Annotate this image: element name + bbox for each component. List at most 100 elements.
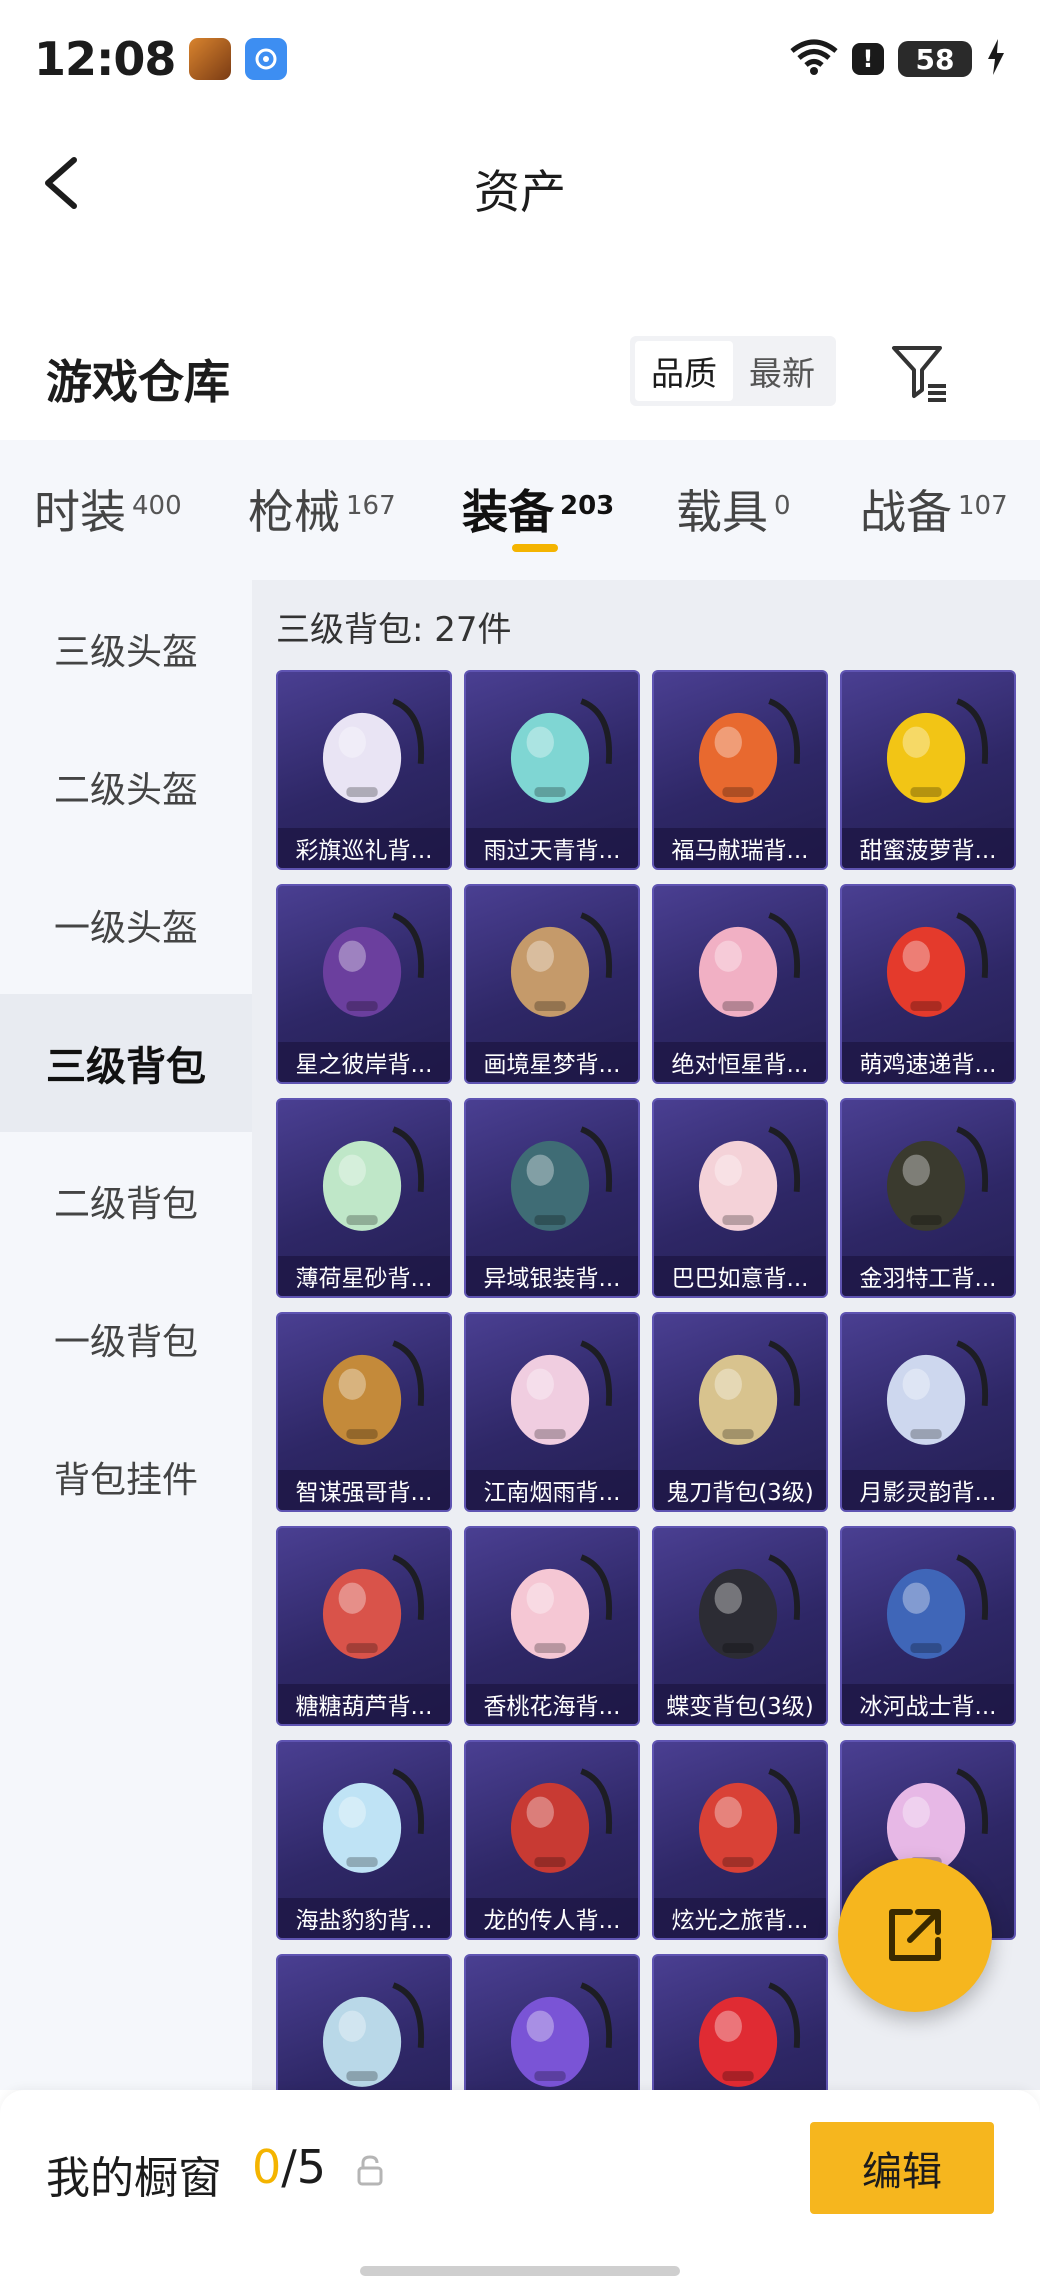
tab-firearms[interactable]: 枪械 167	[248, 476, 396, 542]
backpack-butterfly-icon	[698, 1554, 801, 1659]
status-bar: 12:08 ! 58	[0, 0, 1040, 118]
item-card[interactable]	[276, 1954, 452, 2090]
item-card[interactable]: 智谋强哥背...	[276, 1312, 452, 1512]
backpack-moon-icon	[886, 1340, 989, 1445]
cast-app-icon	[245, 38, 288, 80]
sidebar-item-helmet-1[interactable]: 一级头盔	[0, 856, 252, 994]
backpack-lotus-icon	[510, 1340, 613, 1445]
home-indicator[interactable]	[360, 2266, 680, 2276]
backpack-pink-cat-icon	[698, 1126, 801, 1231]
filter-icon	[892, 346, 946, 402]
item-card[interactable]: 蝶变背包(3级)	[652, 1526, 828, 1726]
sort-newest-option[interactable]: 最新	[733, 341, 831, 401]
showcase-count: 0/5	[252, 2140, 326, 2194]
item-name: 异域银装背...	[466, 1256, 638, 1296]
category-tabs: 时装 400 枪械 167 装备 203 载具 0 战备 107	[0, 440, 1040, 580]
item-card[interactable]: 萌鸡速递背...	[840, 884, 1016, 1084]
item-name: 江南烟雨背...	[466, 1470, 638, 1510]
sort-toggle: 品质 最新	[630, 336, 836, 406]
backpack-ladybug-icon	[698, 1982, 801, 2087]
item-card[interactable]: 异域银装背...	[464, 1098, 640, 1298]
tab-label: 战备	[860, 485, 952, 539]
game-app-icon	[189, 38, 232, 80]
item-name: 炫光之旅背...	[654, 1898, 826, 1938]
tab-vehicles[interactable]: 载具 0	[676, 476, 791, 542]
backpack-gold-wings-icon	[698, 1340, 801, 1445]
backpack-turtle-icon	[510, 1982, 613, 2087]
tab-label: 时装	[34, 485, 126, 539]
item-card[interactable]: 星之彼岸背...	[276, 884, 452, 1084]
sidebar-item-backpack-1[interactable]: 一级背包	[0, 1270, 252, 1408]
item-card[interactable]: 薄荷星砂背...	[276, 1098, 452, 1298]
backpack-teal-flower-icon	[510, 698, 613, 803]
item-card[interactable]: 金羽特工背...	[840, 1098, 1016, 1298]
item-card[interactable]: 海盐豹豹背...	[276, 1740, 452, 1940]
item-name: 巴巴如意背...	[654, 1256, 826, 1296]
sidebar-item-backpack-2[interactable]: 二级背包	[0, 1132, 252, 1270]
charging-icon	[986, 39, 1006, 79]
share-fab[interactable]	[838, 1858, 992, 2012]
item-card[interactable]	[652, 1954, 828, 2090]
item-name: 海盐豹豹背...	[278, 1898, 450, 1938]
item-card[interactable]: 雨过天青背...	[464, 670, 640, 870]
backpack-pineapple-icon	[886, 698, 989, 803]
item-name: 龙的传人背...	[466, 1898, 638, 1938]
item-card[interactable]: 糖糖葫芦背...	[276, 1526, 452, 1726]
tab-fashion[interactable]: 时装 400	[34, 476, 182, 542]
alert-icon: !	[852, 43, 884, 75]
tab-count: 400	[132, 491, 182, 521]
tab-supplies[interactable]: 战备 107	[860, 476, 1008, 542]
item-name: 智谋强哥背...	[278, 1470, 450, 1510]
tab-count: 0	[774, 491, 791, 521]
item-card[interactable]: 绝对恒星背...	[652, 884, 828, 1084]
tab-equipment[interactable]: 装备 203	[462, 476, 614, 542]
item-card[interactable]: 巴巴如意背...	[652, 1098, 828, 1298]
backpack-seal-icon	[322, 1768, 425, 1873]
item-name: 萌鸡速递背...	[842, 1042, 1014, 1082]
item-name: 雨过天青背...	[466, 828, 638, 868]
backpack-blue-ice-icon	[886, 1554, 989, 1659]
item-card[interactable]: 彩旗巡礼背...	[276, 670, 452, 870]
item-name: 绝对恒星背...	[654, 1042, 826, 1082]
sidebar-item-backpack-3[interactable]: 三级背包	[0, 994, 252, 1132]
item-card[interactable]: 炫光之旅背...	[652, 1740, 828, 1940]
status-time: 12:08	[34, 32, 176, 86]
item-card[interactable]: 龙的传人背...	[464, 1740, 640, 1940]
sidebar-item-backpack-charm[interactable]: 背包挂件	[0, 1408, 252, 1546]
item-name: 糖糖葫芦背...	[278, 1684, 450, 1724]
filter-button[interactable]	[888, 340, 952, 404]
sort-quality-option[interactable]: 品质	[635, 341, 733, 401]
tab-count: 107	[958, 491, 1008, 521]
showcase-label: 我的橱窗	[46, 2153, 222, 2204]
backpack-dragon-red-icon	[510, 1768, 613, 1873]
item-name: 金羽特工背...	[842, 1256, 1014, 1296]
backpack-astronaut-icon	[322, 912, 425, 1017]
item-card[interactable]: 甜蜜菠萝背...	[840, 670, 1016, 870]
showcase-bar: 我的橱窗 0/5 编辑	[0, 2090, 1040, 2295]
subcategory-sidebar: 三级头盔 二级头盔 一级头盔 三级背包 二级背包 一级背包 背包挂件	[0, 580, 252, 2090]
item-card[interactable]: 江南烟雨背...	[464, 1312, 640, 1512]
tab-count: 167	[346, 491, 396, 521]
backpack-bear-icon	[322, 1340, 425, 1445]
item-card[interactable]: 香桃花海背...	[464, 1526, 640, 1726]
item-name: 画境星梦背...	[466, 1042, 638, 1082]
backpack-orange-horse-icon	[698, 698, 801, 803]
showcase-total: /5	[281, 2140, 327, 2194]
item-name: 冰河战士背...	[842, 1684, 1014, 1724]
sidebar-item-helmet-3[interactable]: 三级头盔	[0, 580, 252, 718]
backpack-popcorn-icon	[698, 912, 801, 1017]
item-card[interactable]: 冰河战士背...	[840, 1526, 1016, 1726]
showcase-current: 0	[252, 2140, 282, 2194]
tab-label: 装备	[462, 485, 554, 539]
item-card[interactable]	[464, 1954, 640, 2090]
edit-button[interactable]: 编辑	[810, 2122, 994, 2214]
item-count-heading: 三级背包: 27件	[276, 610, 512, 650]
sidebar-item-helmet-2[interactable]: 二级头盔	[0, 718, 252, 856]
backpack-chicken-icon	[886, 912, 989, 1017]
item-card[interactable]: 画境星梦背...	[464, 884, 640, 1084]
item-card[interactable]: 福马献瑞背...	[652, 670, 828, 870]
item-card[interactable]: 鬼刀背包(3级)	[652, 1312, 828, 1512]
item-card[interactable]: 月影灵韵背...	[840, 1312, 1016, 1512]
backpack-black-gold-icon	[886, 1126, 989, 1231]
backpack-peach-dress-icon	[510, 1554, 613, 1659]
